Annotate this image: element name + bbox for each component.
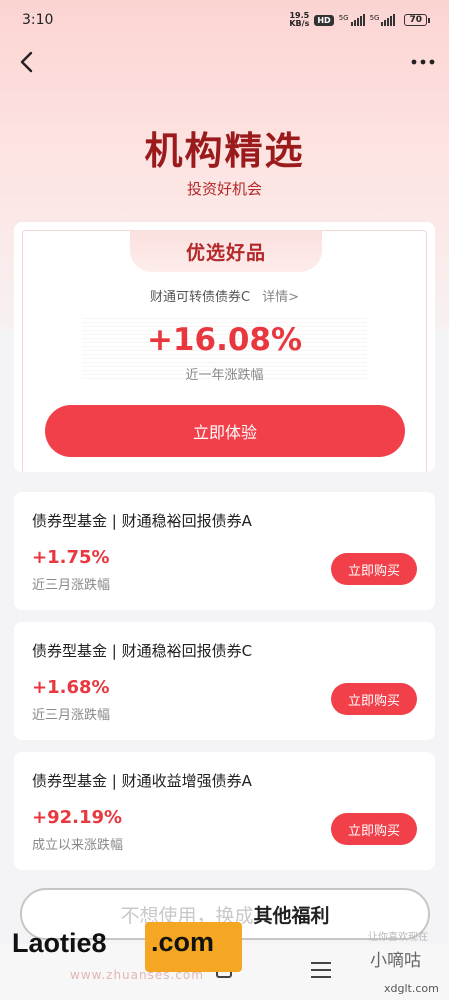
signal-icon-2: 5G <box>370 14 396 26</box>
fund-card[interactable]: 债券型基金 | 财通稳裕回报债券A +1.75% 近三月涨跌幅 立即购买 <box>14 492 435 610</box>
featured-ribbon: 优选好品 <box>130 230 322 272</box>
fund-rate-label: 近三月涨跌幅 <box>32 578 111 593</box>
fund-title: 债券型基金 | 财通稳裕回报债券C <box>32 642 253 660</box>
featured-fund-name-row: 财通可转债债券C 详情> <box>14 286 435 305</box>
back-icon[interactable] <box>14 48 42 76</box>
watermark-right-mid: 小嘀咕 <box>370 951 421 971</box>
buy-now-button[interactable]: 立即购买 <box>331 813 417 845</box>
other-benefits-strong-text: 其他福利 <box>253 904 330 927</box>
page-title: 机构精选 <box>144 128 305 173</box>
hd-icon: HD <box>314 14 334 26</box>
menu-icon[interactable] <box>311 962 331 980</box>
fund-card[interactable]: 债券型基金 | 财通收益增强债券A +92.19% 成立以来涨跌幅 立即购买 <box>14 752 435 870</box>
fund-title: 债券型基金 | 财通稳裕回报债券A <box>32 512 252 530</box>
page-subtitle: 投资好机会 <box>186 180 262 198</box>
status-bar: 3:10 19.5 KB/s HD 5G 5G 70 <box>0 0 449 40</box>
nav-bar <box>0 44 449 80</box>
sim2-label: 5G <box>369 14 380 22</box>
featured-fund-card: 优选好品 财通可转债债券C 详情> +16.08% 近一年涨跌幅 立即体验 <box>14 222 435 472</box>
watermark-left-text: Laotie8 <box>12 928 107 958</box>
signal-icon: 5G <box>339 14 365 26</box>
detail-link[interactable]: 详情> <box>262 290 299 305</box>
buy-now-button[interactable]: 立即购买 <box>331 683 417 715</box>
featured-fund-name: 财通可转债债券C <box>149 290 251 305</box>
fund-rate: +1.68% <box>32 677 110 698</box>
watermark-left-box: .com <box>145 922 242 972</box>
fund-rate-label: 近三月涨跌幅 <box>32 708 111 723</box>
status-time: 3:10 <box>22 12 54 28</box>
watermark-left-box-text: .com <box>151 927 215 957</box>
featured-rate: +16.08% <box>146 322 303 358</box>
net-speed-unit: KB/s <box>289 19 310 28</box>
battery-icon: 70 <box>404 14 430 26</box>
fund-card[interactable]: 债券型基金 | 财通稳裕回报债券C +1.68% 近三月涨跌幅 立即购买 <box>14 622 435 740</box>
more-icon[interactable] <box>407 48 439 76</box>
featured-rate-label: 近一年涨跌幅 <box>185 368 264 383</box>
status-icons: 19.5 KB/s HD 5G 5G 70 <box>289 12 430 28</box>
try-now-button[interactable]: 立即体验 <box>45 405 405 457</box>
fund-rate: +1.75% <box>32 547 110 568</box>
net-speed: 19.5 KB/s <box>289 12 309 28</box>
watermark-left-sub: www.zhuanses.com <box>70 968 204 982</box>
fund-rate: +92.19% <box>32 807 123 828</box>
fund-rate-label: 成立以来涨跌幅 <box>32 838 124 853</box>
sim1-label: 5G <box>338 14 349 22</box>
watermark-right-top: 让你喜欢现在 <box>368 932 428 943</box>
buy-now-button[interactable]: 立即购买 <box>331 553 417 585</box>
fund-title: 债券型基金 | 财通收益增强债券A <box>32 772 252 790</box>
watermark-right-bot: xdglt.com <box>384 982 439 995</box>
